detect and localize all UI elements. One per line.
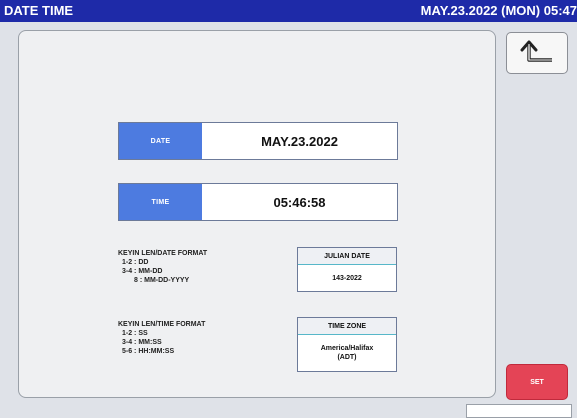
time-value[interactable]: 05:46:58 — [202, 184, 397, 220]
time-zone-name: America/Halifax — [320, 345, 374, 352]
date-format-title: KEYIN LEN/DATE FORMAT — [118, 250, 208, 257]
time-label: TIME — [119, 184, 202, 220]
time-zone-box[interactable]: TIME ZONE America/Halifax (ADT) — [297, 317, 397, 372]
date-field[interactable]: DATE MAY.23.2022 — [118, 122, 398, 160]
return-arrow-icon — [520, 40, 552, 62]
time-format-line: 3-4 : MM:SS — [122, 339, 162, 346]
date-format-line: 8 : MM-DD-YYYY — [134, 277, 190, 284]
time-format-line: 5-6 : HH:MM:SS — [122, 348, 175, 355]
status-box — [466, 404, 572, 418]
date-format-line: 1-2 : DD — [122, 259, 149, 266]
back-button[interactable] — [506, 32, 568, 74]
time-format-title: KEYIN LEN/TIME FORMAT — [118, 321, 206, 328]
julian-date-box: JULIAN DATE 143-2022 — [297, 247, 397, 292]
time-format-line: 1-2 : SS — [122, 330, 148, 337]
current-datetime: MAY.23.2022 (MON) 05:47 — [420, 3, 577, 18]
date-value[interactable]: MAY.23.2022 — [202, 123, 397, 159]
time-format-info: KEYIN LEN/TIME FORMAT 1-2 : SS 3-4 : MM:… — [118, 320, 205, 356]
julian-date-value: 143-2022 — [332, 274, 362, 282]
set-button[interactable]: SET — [506, 364, 568, 400]
time-field[interactable]: TIME 05:46:58 — [118, 183, 398, 221]
time-zone-value[interactable]: America/Halifax (ADT) — [298, 335, 396, 371]
title-bar: DATE TIME MAY.23.2022 (MON) 05:47 — [0, 0, 577, 22]
page-title: DATE TIME — [4, 3, 74, 18]
time-zone-title: TIME ZONE — [298, 318, 396, 335]
date-format-info: KEYIN LEN/DATE FORMAT 1-2 : DD 3-4 : MM-… — [118, 249, 207, 285]
date-format-line: 3-4 : MM-DD — [122, 268, 163, 275]
julian-date-title: JULIAN DATE — [298, 248, 396, 265]
date-label: DATE — [119, 123, 202, 159]
time-zone-abbrev: (ADT) — [337, 354, 357, 361]
